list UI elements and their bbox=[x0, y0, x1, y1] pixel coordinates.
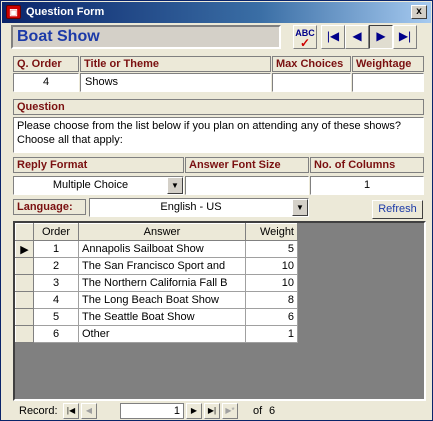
language-combo[interactable]: English - US bbox=[89, 198, 309, 217]
table-row[interactable]: 4 The Long Beach Boat Show 8 bbox=[15, 291, 298, 309]
answers-datasheet: Order Answer Weight ▶ 1 Annapolis Sailbo… bbox=[15, 223, 298, 343]
column-header-order[interactable]: Order bbox=[33, 223, 79, 241]
row-selector[interactable] bbox=[15, 308, 34, 326]
max-choices-label: Max Choices bbox=[272, 56, 351, 72]
row-selector[interactable]: ▶ bbox=[15, 240, 34, 258]
weightage-field[interactable] bbox=[352, 73, 424, 92]
select-all-cell[interactable] bbox=[15, 223, 34, 241]
last-record-icon: ▶| bbox=[207, 406, 217, 415]
chevron-down-icon: ▼ bbox=[171, 181, 179, 190]
answer-cell[interactable]: The Long Beach Boat Show bbox=[78, 291, 246, 309]
nav-next-button[interactable]: ▶ bbox=[186, 403, 202, 419]
question-textarea[interactable]: Please choose from the list below if you… bbox=[13, 117, 424, 153]
answer-font-size-label: Answer Font Size bbox=[185, 157, 309, 173]
language-label: Language: bbox=[13, 199, 86, 215]
datasheet-header-row: Order Answer Weight bbox=[15, 223, 298, 241]
row-selector[interactable] bbox=[15, 325, 34, 343]
spell-check-button[interactable]: ABC ✓ bbox=[293, 25, 317, 49]
answer-cell[interactable]: Annapolis Sailboat Show bbox=[78, 240, 246, 258]
order-cell[interactable]: 3 bbox=[33, 274, 79, 292]
window-title: Question Form bbox=[26, 6, 105, 18]
record-of-label: of bbox=[253, 405, 263, 417]
weight-cell[interactable]: 5 bbox=[245, 240, 298, 258]
table-row[interactable]: ▶ 1 Annapolis Sailboat Show 5 bbox=[15, 240, 298, 258]
weight-cell[interactable]: 10 bbox=[245, 274, 298, 292]
table-row[interactable]: 5 The Seattle Boat Show 6 bbox=[15, 308, 298, 326]
q-order-field[interactable]: 4 bbox=[13, 73, 79, 92]
previous-record-icon: ◀ bbox=[352, 29, 362, 43]
previous-record-button[interactable]: ◀ bbox=[345, 25, 369, 49]
table-row[interactable]: 3 The Northern California Fall B 10 bbox=[15, 274, 298, 292]
answer-cell[interactable]: The San Francisco Sport and bbox=[78, 257, 246, 275]
form-name-header: Boat Show bbox=[11, 25, 281, 49]
nav-new-button[interactable]: ▶* bbox=[222, 403, 238, 419]
answer-cell[interactable]: The Northern California Fall B bbox=[78, 274, 246, 292]
next-record-icon: ▶ bbox=[190, 406, 198, 415]
reply-format-combo[interactable]: Multiple Choice bbox=[13, 176, 184, 195]
record-number-field[interactable]: 1 bbox=[120, 403, 184, 419]
weight-cell[interactable]: 1 bbox=[245, 325, 298, 343]
nav-first-button[interactable]: |◀ bbox=[63, 403, 79, 419]
first-record-button[interactable]: |◀ bbox=[321, 25, 345, 49]
answer-cell[interactable]: The Seattle Boat Show bbox=[78, 308, 246, 326]
max-choices-field[interactable] bbox=[272, 73, 351, 92]
answer-cell[interactable]: Other bbox=[78, 325, 246, 343]
reply-format-label: Reply Format bbox=[13, 157, 184, 173]
nav-previous-button[interactable]: ◀ bbox=[81, 403, 97, 419]
title-bar[interactable]: ▣ Question Form x bbox=[2, 2, 431, 23]
table-row[interactable]: 2 The San Francisco Sport and 10 bbox=[15, 257, 298, 275]
weight-cell[interactable]: 6 bbox=[245, 308, 298, 326]
refresh-button[interactable]: Refresh bbox=[372, 200, 423, 219]
order-cell[interactable]: 6 bbox=[33, 325, 79, 343]
order-cell[interactable]: 2 bbox=[33, 257, 79, 275]
order-cell[interactable]: 5 bbox=[33, 308, 79, 326]
nav-last-button[interactable]: ▶| bbox=[204, 403, 220, 419]
previous-record-icon: ◀ bbox=[85, 406, 93, 415]
column-header-weight[interactable]: Weight bbox=[245, 223, 298, 241]
first-record-icon: |◀ bbox=[66, 406, 76, 415]
row-selector[interactable] bbox=[15, 274, 34, 292]
title-theme-field[interactable]: Shows bbox=[80, 73, 271, 92]
q-order-label: Q. Order bbox=[13, 56, 79, 72]
record-navigator: Record: |◀ ◀ 1 ▶ ▶| ▶* of 6 bbox=[13, 402, 426, 420]
reply-format-dropdown-button[interactable]: ▼ bbox=[167, 177, 183, 194]
weightage-label: Weightage bbox=[352, 56, 424, 72]
answer-font-size-field[interactable] bbox=[185, 176, 309, 195]
chevron-down-icon: ▼ bbox=[296, 203, 304, 212]
access-form-icon: ▣ bbox=[6, 5, 21, 19]
language-dropdown-button[interactable]: ▼ bbox=[292, 199, 308, 216]
record-label: Record: bbox=[19, 405, 58, 417]
first-record-icon: |◀ bbox=[326, 29, 340, 43]
spell-check-icon: ABC ✓ bbox=[295, 28, 315, 50]
close-button[interactable]: x bbox=[411, 5, 427, 19]
last-record-icon: ▶| bbox=[398, 29, 412, 43]
next-record-button[interactable]: ▶ bbox=[369, 25, 393, 49]
last-record-button[interactable]: ▶| bbox=[393, 25, 417, 49]
order-cell[interactable]: 1 bbox=[33, 240, 79, 258]
title-theme-label: Title or Theme bbox=[80, 56, 271, 72]
question-label: Question bbox=[13, 99, 424, 115]
question-form-window: ▣ Question Form x Boat Show ABC ✓ |◀ ◀ ▶ … bbox=[0, 0, 433, 421]
num-columns-label: No. of Columns bbox=[310, 157, 424, 173]
weight-cell[interactable]: 8 bbox=[245, 291, 298, 309]
new-record-icon: ▶* bbox=[225, 406, 235, 415]
num-columns-field[interactable]: 1 bbox=[310, 176, 424, 195]
answers-subform: Order Answer Weight ▶ 1 Annapolis Sailbo… bbox=[13, 221, 426, 401]
row-selector[interactable] bbox=[15, 291, 34, 309]
next-record-icon: ▶ bbox=[376, 29, 386, 43]
order-cell[interactable]: 4 bbox=[33, 291, 79, 309]
weight-cell[interactable]: 10 bbox=[245, 257, 298, 275]
column-header-answer[interactable]: Answer bbox=[78, 223, 246, 241]
row-selector[interactable] bbox=[15, 257, 34, 275]
record-total: 6 bbox=[269, 405, 276, 417]
table-row[interactable]: 6 Other 1 bbox=[15, 325, 298, 343]
